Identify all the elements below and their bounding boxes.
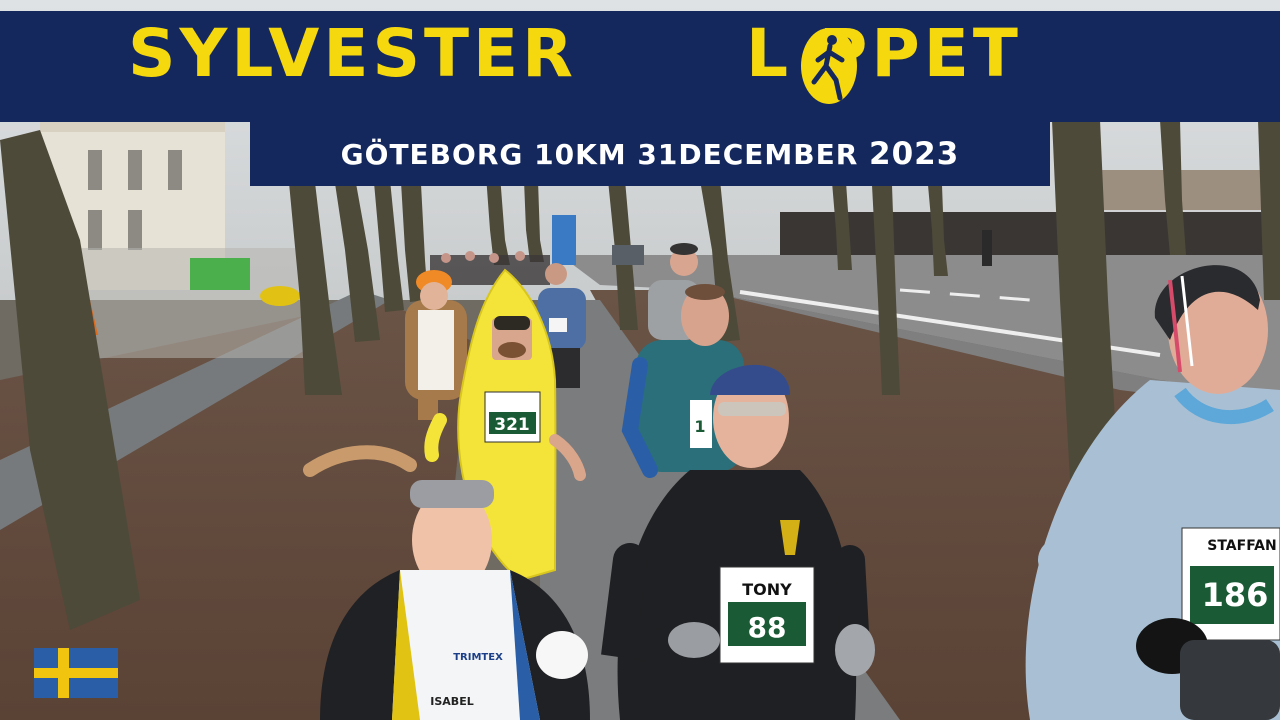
bib-tony-name: TONY (742, 580, 792, 599)
bib-teal: 1 (694, 417, 705, 436)
title-sylvester: SYLVESTER (128, 15, 577, 92)
subtitle-main: GÖTEBORG 10KM 31DECEMBER (340, 138, 859, 171)
bib-186: 186 (1202, 576, 1269, 614)
jersey-name: ISABEL (430, 695, 473, 708)
jersey-brand: TRIMTEX (453, 652, 503, 663)
fence (780, 212, 1280, 262)
subtitle-banner: GÖTEBORG 10KM 31DECEMBER 2023 (250, 122, 1050, 186)
sweden-flag-icon (34, 648, 118, 698)
bib-88: 88 (748, 611, 787, 644)
bib-321: 321 (494, 415, 530, 435)
title-loppet: L PPET (746, 15, 1022, 92)
runner-logo-icon (801, 28, 857, 104)
subtitle-text: GÖTEBORG 10KM 31DECEMBER 2023 (250, 122, 1050, 186)
subtitle-year: 2023 (869, 136, 960, 172)
bib-staffan-name: STAFFAN (1207, 538, 1276, 554)
